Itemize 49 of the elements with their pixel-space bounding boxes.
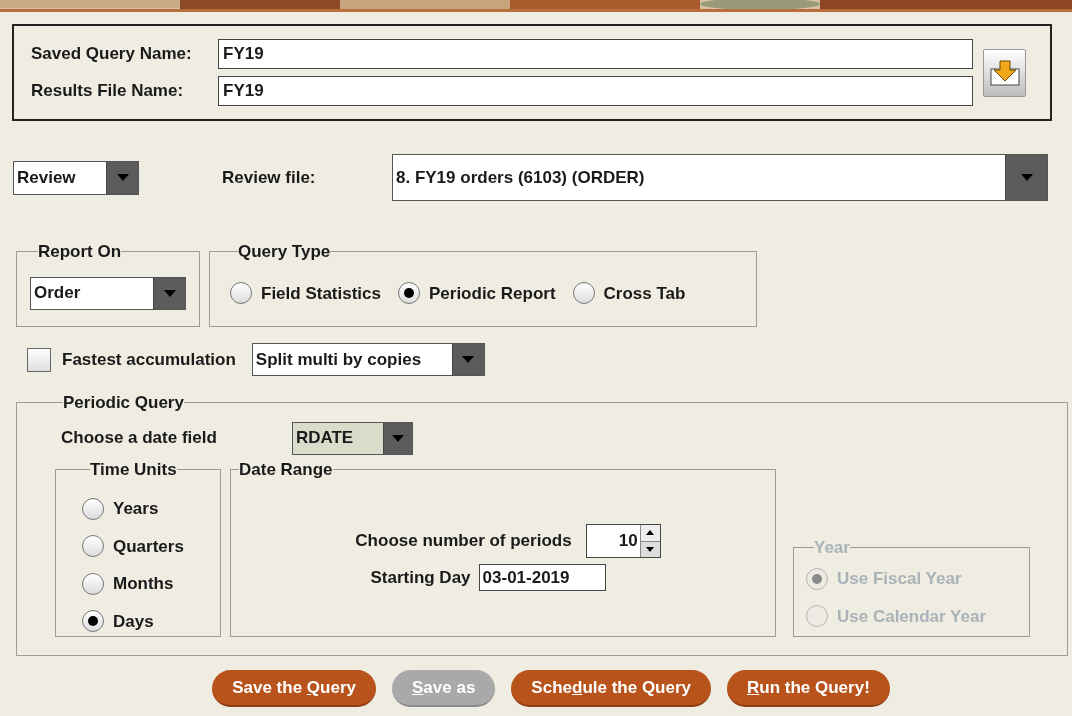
dropdown[interactable]: Review — [13, 160, 139, 195]
dropdown[interactable]: 8. FY19 orders (6103) (ORDER) — [392, 154, 1048, 201]
spin-down-icon[interactable] — [646, 546, 655, 552]
field-label: Saved Query Name: — [31, 43, 193, 66]
checkbox-label: Fastest accumulation — [62, 348, 236, 371]
text-field[interactable]: FY19 — [218, 39, 973, 69]
radio-option[interactable]: Periodic Report — [398, 280, 556, 306]
dropdown-arrow-icon — [391, 434, 404, 442]
radio-option[interactable]: Cross Tab — [572, 280, 686, 306]
group-title: Periodic Query — [63, 392, 184, 414]
radio-button[interactable] — [82, 497, 104, 520]
radio-button[interactable] — [82, 535, 104, 558]
radio-option[interactable]: Field Statistics — [230, 280, 381, 306]
group-title: Date Range — [239, 458, 333, 481]
spin-up-icon[interactable] — [646, 530, 655, 536]
field-label: Starting Day — [370, 566, 471, 589]
radio-option[interactable]: Days — [82, 608, 220, 634]
radio-button[interactable] — [572, 282, 595, 305]
group-title: Query Type — [238, 241, 331, 263]
dropdown[interactable]: RDATE — [291, 421, 413, 455]
text-field[interactable]: FY19 — [218, 76, 973, 106]
dropdown-arrow-icon — [462, 356, 475, 363]
action-button[interactable]: Save the Query — [212, 670, 376, 707]
radio-option[interactable]: Months — [82, 571, 220, 597]
field-label: Review file: — [222, 166, 317, 189]
radio-option[interactable]: Quarters — [82, 533, 220, 559]
radio-button[interactable] — [82, 572, 104, 595]
save-icon-button[interactable] — [983, 48, 1026, 97]
group-title: Time Units — [90, 458, 177, 481]
field-label: Results File Name: — [31, 80, 185, 103]
group-title: Report On — [38, 241, 122, 263]
radio-button[interactable] — [230, 282, 252, 305]
download-arrow-icon — [989, 58, 1020, 87]
radio-button[interactable] — [82, 610, 104, 633]
radio-option[interactable]: Years — [82, 496, 220, 522]
dropdown-arrow-icon — [1020, 174, 1033, 181]
action-button[interactable]: Run the Query! — [727, 670, 890, 707]
date-field[interactable]: 03-01-2019 — [478, 564, 606, 591]
number-spinner[interactable]: 10 — [585, 524, 661, 558]
field-label: Choose number of periods — [355, 530, 572, 553]
radio-button[interactable] — [398, 282, 420, 305]
dropdown-arrow-icon — [163, 289, 176, 297]
field-label: Choose a date field — [61, 427, 217, 450]
dropdown-arrow-icon — [116, 174, 129, 181]
group-title: Year — [814, 536, 850, 559]
dropdown[interactable]: Split multi by copies — [251, 343, 485, 376]
dropdown[interactable]: Order — [30, 276, 186, 310]
checkbox[interactable] — [27, 347, 51, 372]
action-button[interactable]: Schedule the Query — [511, 670, 711, 707]
